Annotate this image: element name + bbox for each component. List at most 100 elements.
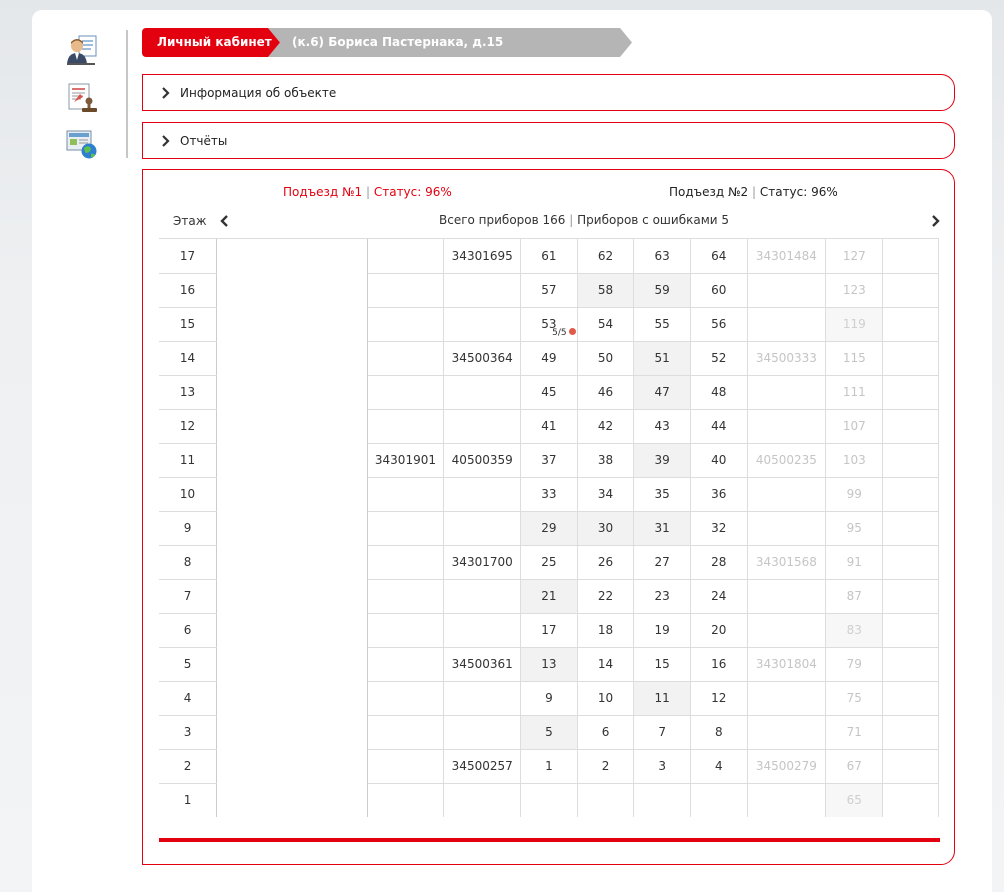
apartment-cell[interactable]: 48 xyxy=(690,375,748,410)
apartment-cell[interactable]: 14 xyxy=(577,647,635,682)
breadcrumb-address[interactable]: (к.6) Бориса Пастернака, д.15 xyxy=(268,28,632,57)
entrance-2-apartment-cell[interactable]: 107 xyxy=(825,409,884,444)
apartment-cell[interactable]: 41 xyxy=(520,409,578,444)
apartment-cell[interactable]: 19 xyxy=(633,613,691,648)
apartment-cell[interactable]: 20 xyxy=(690,613,748,648)
chevron-right-icon[interactable] xyxy=(929,214,941,228)
apartment-cell[interactable]: 26 xyxy=(577,545,635,580)
apartment-cell[interactable]: 23 xyxy=(633,579,691,614)
meter-cell[interactable]: 34500361 xyxy=(443,647,522,682)
apartment-cell[interactable]: 16 xyxy=(690,647,748,682)
meter-cell[interactable]: 34301700 xyxy=(443,545,522,580)
entrance-2-meter-cell[interactable]: 34301484 xyxy=(747,239,827,274)
apartment-cell[interactable]: 58 xyxy=(577,273,635,308)
entrance-2-apartment-cell[interactable]: 91 xyxy=(825,545,884,580)
apartment-cell[interactable]: 39 xyxy=(633,443,691,478)
apartment-cell[interactable]: 27 xyxy=(633,545,691,580)
apartment-cell[interactable]: 9 xyxy=(520,681,578,716)
apartment-cell[interactable]: 59 xyxy=(633,273,691,308)
apartment-cell[interactable]: 61 xyxy=(520,239,578,274)
meter-cell[interactable]: 34301901 xyxy=(367,443,445,478)
entrance-2-apartment-cell[interactable]: 123 xyxy=(825,273,884,308)
entrance-2-apartment-cell[interactable]: 119 xyxy=(825,307,884,342)
apartment-cell[interactable]: 44 xyxy=(690,409,748,444)
entrance-2-meter-cell[interactable]: 34500279 xyxy=(747,749,827,784)
entrance-2-apartment-cell[interactable]: 111 xyxy=(825,375,884,410)
apartment-cell[interactable]: 21 xyxy=(520,579,578,614)
reports-panel[interactable]: Отчёты xyxy=(142,122,955,159)
apartment-cell[interactable]: 18 xyxy=(577,613,635,648)
apartment-cell[interactable]: 56 xyxy=(690,307,748,342)
apartment-cell[interactable]: 31 xyxy=(633,511,691,546)
entrance-2-apartment-cell[interactable]: 67 xyxy=(825,749,884,784)
apartment-cell[interactable]: 11 xyxy=(633,681,691,716)
apartment-cell[interactable]: 15 xyxy=(633,647,691,682)
apartment-cell[interactable]: 49 xyxy=(520,341,578,376)
apartment-cell[interactable]: 35 xyxy=(633,477,691,512)
apartment-cell[interactable]: 1 xyxy=(520,749,578,784)
object-info-panel[interactable]: Информация об объекте xyxy=(142,74,955,111)
entrance-2-apartment-cell[interactable]: 103 xyxy=(825,443,884,478)
apartment-cell[interactable]: 45 xyxy=(520,375,578,410)
apartment-cell[interactable]: 50 xyxy=(577,341,635,376)
entrance-1-status[interactable]: Подъезд №1 | Статус: 96% xyxy=(283,185,452,199)
apartment-cell[interactable]: 64 xyxy=(690,239,748,274)
apartment-cell[interactable]: 51 xyxy=(633,341,691,376)
apartment-cell[interactable]: 46 xyxy=(577,375,635,410)
apartment-cell[interactable]: 17 xyxy=(520,613,578,648)
apartment-cell[interactable]: 25 xyxy=(520,545,578,580)
entrance-2-apartment-cell[interactable]: 79 xyxy=(825,647,884,682)
apartment-cell[interactable]: 60 xyxy=(690,273,748,308)
apartment-cell[interactable]: 32 xyxy=(690,511,748,546)
meter-cell[interactable]: 40500359 xyxy=(443,443,522,478)
apartment-cell[interactable]: 54 xyxy=(577,307,635,342)
apartment-cell[interactable]: 28 xyxy=(690,545,748,580)
entrance-2-meter-cell[interactable]: 34500333 xyxy=(747,341,827,376)
entrance-2-apartment-cell[interactable]: 87 xyxy=(825,579,884,614)
apartment-cell[interactable]: 40 xyxy=(690,443,748,478)
apartment-cell[interactable]: 2 xyxy=(577,749,635,784)
entrance-2-status[interactable]: Подъезд №2 | Статус: 96% xyxy=(669,185,838,199)
error-badge[interactable]: 5/5 xyxy=(552,327,576,338)
apartment-cell[interactable]: 57 xyxy=(520,273,578,308)
apartment-cell[interactable]: 62 xyxy=(577,239,635,274)
apartment-cell[interactable]: 24 xyxy=(690,579,748,614)
apartment-cell[interactable]: 12 xyxy=(690,681,748,716)
entrance-2-apartment-cell[interactable]: 65 xyxy=(825,783,884,817)
apartment-cell[interactable]: 37 xyxy=(520,443,578,478)
apartment-cell[interactable]: 33 xyxy=(520,477,578,512)
entrance-2-apartment-cell[interactable]: 83 xyxy=(825,613,884,648)
apartment-cell[interactable]: 6 xyxy=(577,715,635,750)
apartment-cell[interactable]: 5 xyxy=(520,715,578,750)
apartment-cell[interactable]: 10 xyxy=(577,681,635,716)
apartment-cell[interactable]: 4 xyxy=(690,749,748,784)
breadcrumb-personal-cabinet[interactable]: Личный кабинет xyxy=(142,28,280,57)
apartment-cell[interactable]: 30 xyxy=(577,511,635,546)
entrance-2-apartment-cell[interactable]: 71 xyxy=(825,715,884,750)
meter-cell[interactable]: 34301695 xyxy=(443,239,522,274)
entrance-2-apartment-cell[interactable]: 95 xyxy=(825,511,884,546)
apartment-cell[interactable]: 22 xyxy=(577,579,635,614)
entrance-2-meter-cell[interactable]: 34301568 xyxy=(747,545,827,580)
meter-cell[interactable]: 34500257 xyxy=(443,749,522,784)
apartment-cell[interactable]: 42 xyxy=(577,409,635,444)
apartment-cell[interactable]: 7 xyxy=(633,715,691,750)
meter-cell[interactable]: 34500364 xyxy=(443,341,522,376)
entrance-2-apartment-cell[interactable]: 115 xyxy=(825,341,884,376)
apartment-cell[interactable]: 29 xyxy=(520,511,578,546)
apartment-cell[interactable]: 38 xyxy=(577,443,635,478)
apartment-cell[interactable]: 52 xyxy=(690,341,748,376)
apartment-cell[interactable]: 13 xyxy=(520,647,578,682)
entrance-2-apartment-cell[interactable]: 127 xyxy=(825,239,884,274)
apartment-cell[interactable]: 55 xyxy=(633,307,691,342)
entrance-2-meter-cell[interactable]: 40500235 xyxy=(747,443,827,478)
apartment-cell[interactable]: 43 xyxy=(633,409,691,444)
apartment-cell[interactable]: 36 xyxy=(690,477,748,512)
user-profile-icon[interactable] xyxy=(66,34,98,66)
apartment-cell[interactable]: 3 xyxy=(633,749,691,784)
apartment-cell[interactable]: 47 xyxy=(633,375,691,410)
globe-monitor-icon[interactable] xyxy=(66,128,98,160)
apartment-cell[interactable]: 8 xyxy=(690,715,748,750)
chevron-left-icon[interactable] xyxy=(219,214,231,228)
document-stamp-icon[interactable] xyxy=(66,82,98,114)
